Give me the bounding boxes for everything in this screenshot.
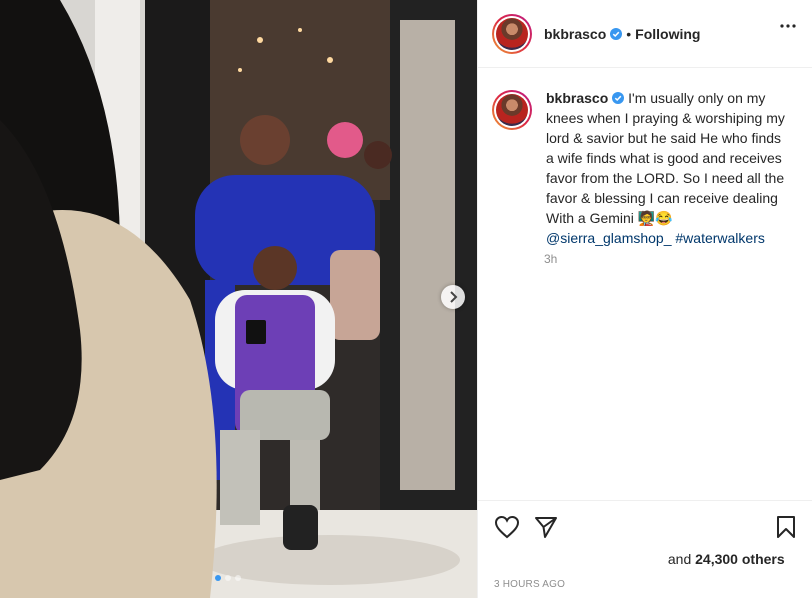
- following-button[interactable]: Following: [635, 26, 700, 42]
- avatar-image: [496, 94, 528, 126]
- caption-body: I'm usually only on my knees when I pray…: [546, 90, 785, 226]
- username-link[interactable]: bkbrasco: [544, 26, 606, 42]
- post-actions: and 24,300 others 3 HOURS AGO: [478, 500, 812, 599]
- heart-icon[interactable]: [494, 515, 520, 539]
- verified-badge-icon: [610, 27, 623, 40]
- post-caption: bkbrasco I'm usually only on my knees wh…: [492, 88, 792, 248]
- separator: •: [626, 25, 632, 42]
- mention-link[interactable]: @sierra_glamshop_: [546, 230, 672, 246]
- share-icon[interactable]: [534, 515, 558, 539]
- caption-avatar[interactable]: [492, 90, 532, 130]
- verified-badge-icon: [612, 92, 625, 104]
- next-image-button[interactable]: [441, 285, 465, 309]
- avatar-image: [496, 17, 528, 50]
- more-options-icon[interactable]: [780, 24, 796, 28]
- likes-summary[interactable]: and 24,300 others: [494, 551, 785, 567]
- carousel-indicator: [215, 575, 241, 581]
- carousel-dot: [235, 575, 241, 581]
- chevron-right-icon: [450, 291, 458, 303]
- liked-by-names-obscured: [494, 554, 664, 564]
- avatar[interactable]: [492, 13, 532, 54]
- carousel-dot: [215, 575, 221, 581]
- post-details-panel: bkbrasco • Following bkbrasco I'm usuall…: [477, 0, 812, 598]
- bookmark-icon[interactable]: [776, 515, 796, 539]
- photo-image: [0, 0, 477, 598]
- post-time: 3 HOURS AGO: [494, 579, 566, 590]
- caption-username-link[interactable]: bkbrasco: [546, 90, 608, 106]
- likes-count[interactable]: 24,300 others: [695, 551, 785, 567]
- hashtag-link[interactable]: #waterwalkers: [675, 230, 764, 246]
- post-photo[interactable]: [0, 0, 477, 598]
- caption-text-block: bkbrasco I'm usually only on my knees wh…: [546, 88, 792, 248]
- post-header: bkbrasco • Following: [478, 0, 812, 68]
- caption-timestamp: 3h: [544, 252, 558, 266]
- carousel-dot: [225, 575, 231, 581]
